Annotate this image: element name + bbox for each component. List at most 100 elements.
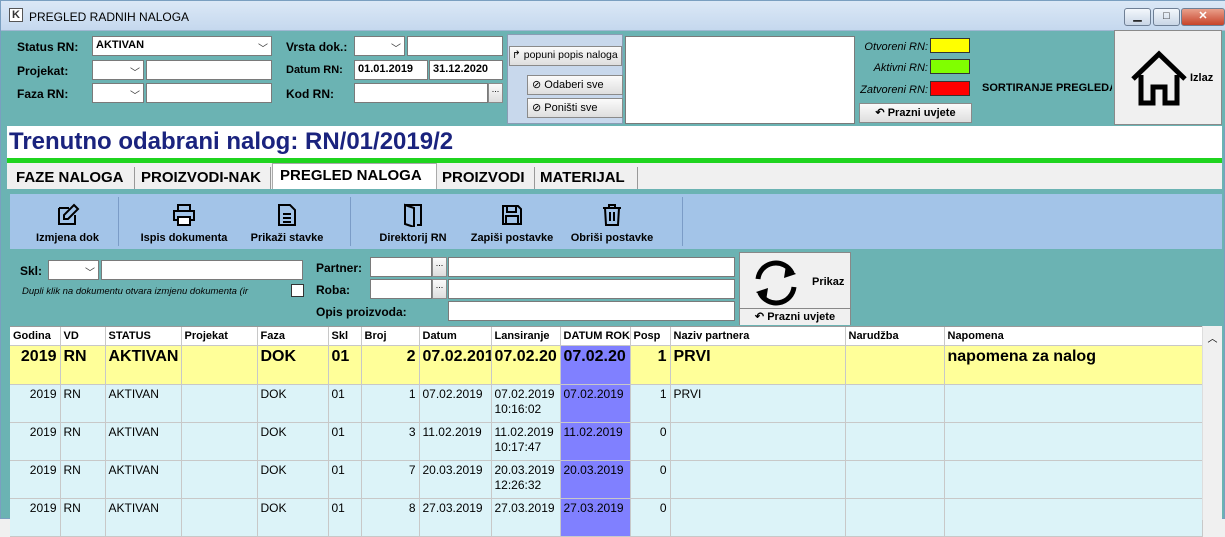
prikazi-label: Prikaži stavke	[250, 232, 324, 244]
tab-materijal[interactable]: MATERIJAL	[535, 167, 638, 189]
table-row[interactable]: 2019 RN AKTIVAN DOK 01 7 20.03.2019 20.03.2019 1…	[10, 460, 1203, 499]
table-cell: AKTIVAN	[105, 498, 182, 537]
table-cell: 27.03.2019	[419, 498, 492, 537]
datum-od-value: 01.01.2019	[358, 63, 414, 75]
vrsta-name-field[interactable]	[407, 36, 503, 56]
datum-do-picker[interactable]: 31.12.2020	[429, 60, 503, 80]
exit-label: Izlaz	[1190, 72, 1214, 84]
table-row[interactable]: 2019 RN AKTIVAN DOK 01 8 27.03.2019 27.03.2019 2…	[10, 498, 1203, 537]
table-cell: DOK	[257, 384, 329, 423]
table-cell: RN	[60, 498, 106, 537]
table-cell: DOK	[257, 460, 329, 499]
table-cell: 2019	[10, 422, 61, 461]
column-header[interactable]: Narudžba	[845, 327, 945, 346]
table-cell: RN	[60, 422, 106, 461]
grid-body: 2019 RN AKTIVAN DOK 01 2 07.02.201 07.02.20 07.0…	[10, 345, 1203, 537]
table-cell	[670, 460, 846, 499]
prikazi-stavke-button[interactable]: Prikaži stavke	[243, 194, 331, 249]
table-cell: 2019	[10, 498, 61, 537]
tab-proizvodi[interactable]: PROIZVODI	[438, 167, 535, 189]
edit-icon	[57, 203, 79, 225]
tab-proizvodi-nak[interactable]: PROIZVODI-NAK	[136, 167, 271, 189]
partner-code-field[interactable]	[370, 257, 432, 277]
column-header[interactable]: Lansiranje	[491, 327, 561, 346]
table-cell: 1	[630, 345, 671, 385]
selected-table-row[interactable]: 2019 RN AKTIVAN DOK 01 2 07.02.201 07.02.20 07.0…	[10, 345, 1203, 385]
exit-button[interactable]: Izlaz	[1114, 30, 1222, 125]
maximize-button[interactable]: □	[1153, 8, 1180, 26]
ponisti-sve-button[interactable]: ⊘ Poništi sve	[527, 98, 623, 118]
odaberi-sve-button[interactable]: ⊘ Odaberi sve	[527, 75, 623, 95]
column-header[interactable]: Posp	[630, 327, 671, 346]
datum-od-picker[interactable]: 01.01.2019	[354, 60, 428, 80]
vrsta-select[interactable]: ﹀	[354, 36, 405, 56]
kod-field[interactable]	[354, 83, 488, 103]
close-button[interactable]: ✕	[1181, 8, 1225, 26]
table-cell: 20.03.2019	[560, 460, 631, 499]
tab-pregled-naloga[interactable]: PREGLED NALOGA	[272, 163, 437, 189]
table-row[interactable]: 2019 RN AKTIVAN DOK 01 3 11.02.2019 11.02.2019 1…	[10, 422, 1203, 461]
skl-select[interactable]: ﹀	[48, 260, 99, 280]
roba-name-field[interactable]	[448, 279, 735, 299]
izmjena-dok-button[interactable]: Izmjena dok	[20, 194, 115, 249]
status-select[interactable]: AKTIVAN ﹀	[92, 36, 272, 56]
prazni-label: Prazni uvjete	[887, 107, 956, 119]
roba-code-field[interactable]	[370, 279, 432, 299]
tab-faze-naloga[interactable]: FAZE NALOGA	[11, 167, 135, 189]
lansiranje-date: 27.03.2019	[494, 500, 555, 515]
ispis-dokumenta-button[interactable]: Ispis dokumenta	[132, 194, 236, 249]
column-header[interactable]: Skl	[328, 327, 362, 346]
zapisi-postavke-button[interactable]: Zapiši postavke	[466, 194, 558, 249]
column-header[interactable]: DATUM ROK	[560, 327, 631, 346]
popuni-label: popuni popis naloga	[523, 49, 618, 61]
lansiranje-time: 10:17:47	[494, 439, 542, 454]
column-header[interactable]: Broj	[361, 327, 420, 346]
nalozi-listbox[interactable]	[625, 36, 855, 124]
column-header[interactable]: Napomena	[944, 327, 1203, 346]
partner-name-field[interactable]	[448, 257, 735, 277]
vertical-scrollbar[interactable]: ︿	[1202, 326, 1222, 520]
table-cell	[670, 422, 846, 461]
table-cell	[845, 422, 945, 461]
column-header[interactable]: Projekat	[181, 327, 258, 346]
table-cell	[845, 345, 945, 385]
opis-field[interactable]	[448, 301, 735, 321]
hint-checkbox[interactable]	[291, 284, 304, 297]
faza-name-field[interactable]	[146, 83, 272, 103]
projekat-select[interactable]: ﹀	[92, 60, 144, 80]
table-cell: 07.02.2019	[560, 384, 631, 423]
column-header[interactable]: Naziv partnera	[670, 327, 846, 346]
title-bar: K PREGLED RADNIH NALOGA ▁ □ ✕	[1, 1, 1225, 31]
prazni-uvjete-top-button[interactable]: ↶ Prazni uvjete	[859, 103, 972, 123]
column-header[interactable]: STATUS	[105, 327, 182, 346]
table-cell: 2019	[10, 384, 61, 423]
prazni-uvjete-button[interactable]: ↶ Prazni uvjete	[740, 308, 850, 325]
chevron-down-icon: ﹀	[130, 91, 140, 102]
direktorij-rn-button[interactable]: Direktorij RN	[374, 194, 452, 249]
column-header[interactable]: Datum	[419, 327, 492, 346]
popuni-button[interactable]: ↱ popuni popis naloga	[509, 46, 622, 66]
skl-name-field[interactable]	[101, 260, 303, 280]
prikaz-button[interactable]: Prikaz ↶ Prazni uvjete	[739, 252, 851, 325]
table-cell: RN	[60, 384, 106, 423]
table-cell	[181, 422, 258, 461]
partner-browse-button[interactable]: ...	[432, 257, 447, 277]
toolbar-divider	[118, 197, 119, 246]
table-row[interactable]: 2019 RN AKTIVAN DOK 01 1 07.02.2019 07.02.2019 1…	[10, 384, 1203, 423]
column-header[interactable]: Faza	[257, 327, 329, 346]
arrow-right-icon: ↱	[512, 49, 521, 61]
obrisi-postavke-button[interactable]: Obriši postavke	[566, 194, 658, 249]
roba-browse-button[interactable]: ...	[432, 279, 447, 299]
projekat-name-field[interactable]	[146, 60, 272, 80]
scroll-up-icon[interactable]: ︿	[1203, 326, 1222, 345]
save-icon	[502, 205, 522, 225]
column-header[interactable]: Godina	[10, 327, 61, 346]
table-cell	[845, 460, 945, 499]
kod-browse-button[interactable]: ...	[488, 83, 503, 103]
minimize-button[interactable]: ▁	[1124, 8, 1151, 26]
status-label: Status RN:	[17, 40, 79, 54]
table-cell: 1	[361, 384, 420, 423]
faza-select[interactable]: ﹀	[92, 83, 144, 103]
lansiranje-time: 12:26:32	[494, 477, 542, 492]
column-header[interactable]: VD	[60, 327, 106, 346]
